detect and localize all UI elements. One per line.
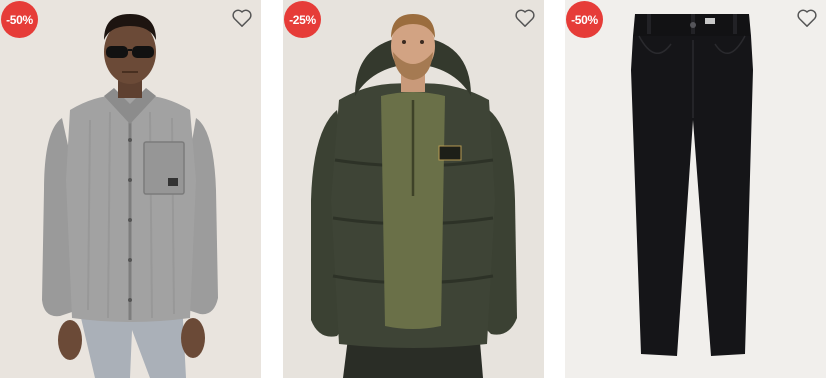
discount-badge: -50% <box>566 1 603 38</box>
discount-badge: -50% <box>1 1 38 38</box>
product-card[interactable]: -25% <box>283 0 544 378</box>
heart-outline-icon[interactable] <box>796 8 818 28</box>
product-image-black-jeans[interactable] <box>565 0 826 378</box>
product-card[interactable]: -50% <box>0 0 261 378</box>
product-image-puffer-jacket[interactable] <box>283 0 544 378</box>
heart-outline-icon[interactable] <box>514 8 536 28</box>
product-card[interactable]: -50% <box>565 0 826 378</box>
discount-badge: -25% <box>284 1 321 38</box>
product-image-denim-shirt[interactable] <box>0 0 261 378</box>
product-grid: -50% -25% -50% <box>0 0 826 378</box>
heart-outline-icon[interactable] <box>231 8 253 28</box>
